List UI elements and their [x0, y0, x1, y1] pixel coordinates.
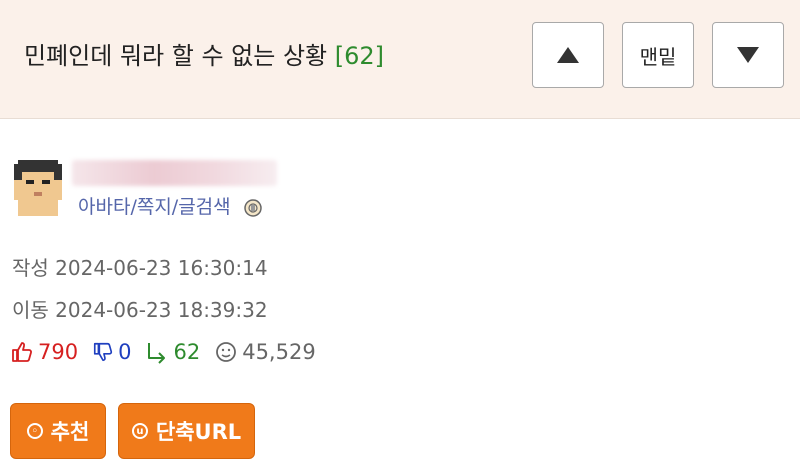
- scroll-down-button[interactable]: [712, 22, 784, 88]
- smiley-icon: [216, 342, 237, 362]
- short-url-button[interactable]: u 단축URL: [118, 403, 255, 459]
- upvote-stat[interactable]: 790: [10, 340, 78, 364]
- post-stats: 790 0 62 45,529: [10, 340, 330, 364]
- scroll-bottom-button[interactable]: 맨밑: [622, 22, 694, 88]
- thumbs-up-icon: [12, 342, 32, 362]
- scroll-bottom-label: 맨밑: [639, 44, 677, 69]
- views-stat: 45,529: [214, 340, 316, 364]
- avatar[interactable]: [10, 160, 66, 216]
- view-count: 45,529: [242, 340, 316, 364]
- recommend-label: 추천: [50, 420, 90, 444]
- author-links[interactable]: 아바타/쪽지/글검색: [78, 192, 263, 219]
- author-name-redacted: [72, 160, 277, 186]
- moved-date: 이동 2024-06-23 18:39:32: [12, 298, 268, 322]
- triangle-up-icon: [557, 47, 579, 63]
- short-url-label: 단축URL: [155, 420, 242, 444]
- written-date: 작성 2024-06-23 16:30:14: [12, 256, 268, 280]
- reply-count: 62: [173, 340, 201, 364]
- post-header: 민폐인데 뭐라 할 수 없는 상황 [62] 맨밑: [0, 0, 800, 119]
- medal-icon: [243, 198, 262, 217]
- comment-count: [62]: [334, 42, 385, 70]
- author-links-text[interactable]: 아바타/쪽지/글검색: [78, 196, 231, 218]
- recommend-button[interactable]: ◦ 추천: [10, 403, 106, 459]
- circle-dot-icon: ◦: [26, 423, 43, 439]
- post-title: 민폐인데 뭐라 할 수 없는 상황 [62]: [24, 36, 384, 71]
- post-title-text: 민폐인데 뭐라 할 수 없는 상황: [24, 42, 328, 70]
- reply-arrow-icon: [148, 343, 166, 364]
- circle-u-icon: u: [131, 423, 148, 439]
- scroll-up-button[interactable]: [532, 22, 604, 88]
- reply-stat[interactable]: 62: [145, 340, 200, 364]
- downvote-count: 0: [118, 340, 132, 364]
- triangle-down-icon: [737, 47, 759, 63]
- upvote-count: 790: [38, 340, 79, 364]
- downvote-stat[interactable]: 0: [92, 340, 131, 364]
- thumbs-down-icon: [94, 342, 113, 362]
